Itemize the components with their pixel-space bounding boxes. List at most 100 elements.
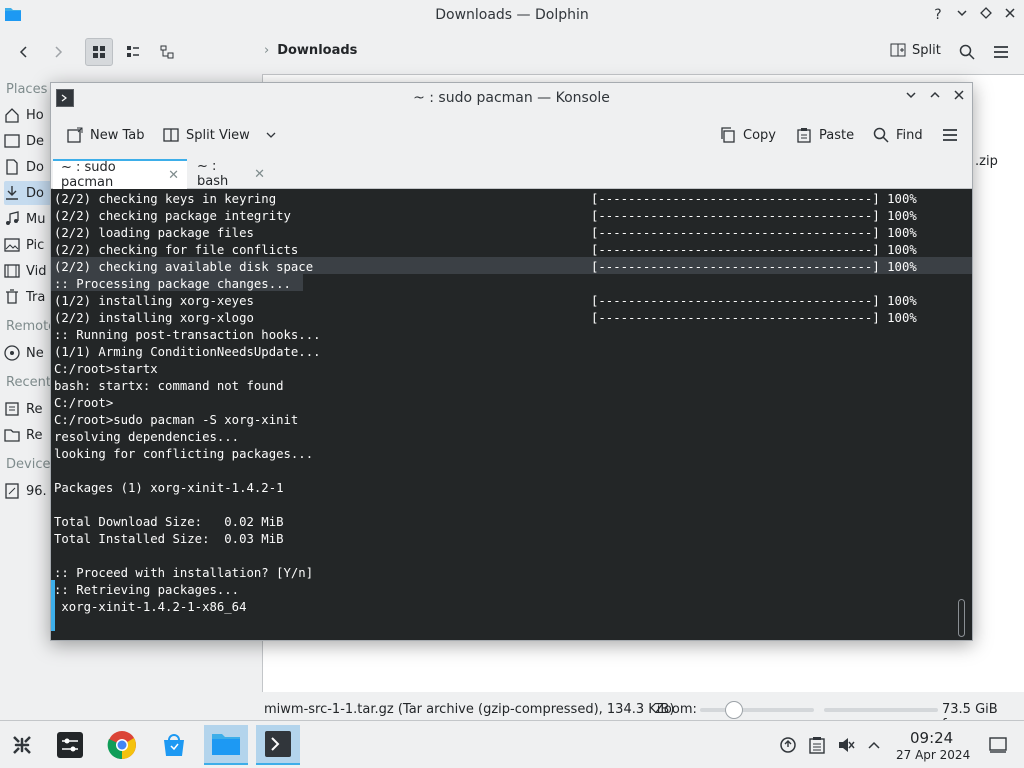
forward-button[interactable] [44,38,72,66]
tab-close-icon[interactable]: ✕ [254,167,265,182]
zoom-label: Zoom: [655,702,697,717]
konsole-title: ~ : sudo pacman — Konsole [413,90,610,106]
find-button[interactable]: Find [873,123,923,147]
volume-muted-icon[interactable] [836,735,856,755]
terminal-line: (2/2) checking keys in keyring [54,192,277,206]
terminal-scrollbar[interactable] [958,599,965,637]
compact-view-button[interactable] [119,38,147,66]
terminal-line: C:/root>sudo pacman -S xorg-xinit [54,413,299,427]
place-trash[interactable]: Tra [4,285,52,309]
place-downloads[interactable]: Do [4,181,52,205]
application-launcher-icon[interactable] [0,725,44,765]
terminal-line: (2/2) checking package integrity [54,209,291,223]
breadcrumb-chevron-icon: › [264,43,270,58]
hamburger-icon [994,46,1008,58]
terminal-line: :: Retrieving packages... [54,583,240,597]
place-label: Do [26,159,44,175]
help-icon[interactable]: ? [928,5,948,25]
breadcrumb[interactable]: › Downloads [264,43,357,58]
split-view-label: Split View [186,127,250,143]
tab-bash[interactable]: ~ : bash ✕ [189,159,273,189]
copy-button[interactable]: Copy [720,123,776,147]
chrome-icon[interactable] [100,725,144,765]
videos-icon [4,263,20,279]
dolphin-icon[interactable] [204,725,248,765]
place-label: Vid [26,263,47,279]
search-icon [873,127,889,143]
place-desktop[interactable]: De [4,129,52,153]
maximize-icon[interactable] [976,5,996,25]
downloads-icon [4,185,20,201]
split-button[interactable]: Split [890,42,941,58]
progress-bar-text: [-------------------------------------] … [591,260,917,274]
details-view-button[interactable] [153,38,181,66]
clock-date[interactable]: 27 Apr 2024 [896,748,970,762]
place-drive[interactable]: 96. [4,479,52,503]
place-recent-files[interactable]: Re [4,397,52,421]
terminal-line: Total Download Size: 0.02 MiB [54,515,284,529]
place-home[interactable]: Ho [4,103,52,127]
update-notifier-icon[interactable] [778,735,798,755]
konsole-tab-bar: ~ : sudo pacman ✕ ~ : bash ✕ [51,157,972,190]
place-music[interactable]: Mu [4,207,52,231]
konsole-titlebar[interactable]: ~ : sudo pacman — Konsole [51,83,972,113]
file-name-fragment[interactable]: .zip [975,154,998,169]
paste-button[interactable]: Paste [796,123,854,147]
system-settings-icon[interactable] [48,725,92,765]
dolphin-titlebar[interactable]: Downloads — Dolphin ? [0,0,1024,30]
paste-label: Paste [819,127,855,143]
place-network[interactable]: Ne [4,341,52,365]
search-button[interactable] [953,38,981,66]
place-recent-locations[interactable]: Re [4,423,52,447]
discover-store-icon[interactable] [152,725,196,765]
clock-time[interactable]: 09:24 [910,729,953,747]
konsole-icon[interactable] [256,725,300,765]
chevron-up-icon[interactable] [864,735,884,755]
terminal-line: (2/2) loading package files [54,226,254,240]
copy-icon [721,127,735,143]
zoom-slider-handle[interactable] [725,701,744,719]
terminal-output[interactable]: Ɪ (2/2) checking keys in keyring[-------… [51,189,972,640]
konsole-maximize-icon[interactable] [925,88,945,108]
place-label: Re [26,401,43,417]
split-view-button[interactable]: Split View [163,123,277,147]
new-tab-button[interactable]: New Tab [67,123,145,147]
place-label: Do [26,185,44,201]
breadcrumb-current[interactable]: Downloads [277,43,357,58]
place-label: Ne [26,345,44,361]
terminal-line: (1/2) installing xorg-xeyes [54,294,254,308]
progress-bar-text: [-------------------------------------] … [591,243,917,257]
desktop-icon [4,133,20,149]
close-icon[interactable] [1000,5,1020,25]
tab-close-icon[interactable]: ✕ [168,168,179,183]
place-label: Pic [26,237,45,253]
icons-view-button[interactable] [85,38,113,66]
back-button[interactable] [10,38,38,66]
show-desktop-icon[interactable] [988,735,1008,755]
minimize-icon[interactable] [952,5,972,25]
zoom-slider[interactable] [700,701,814,719]
tab-sudo-pacman[interactable]: ~ : sudo pacman ✕ [53,159,187,190]
place-documents[interactable]: Do [4,155,52,179]
terminal-line: Packages (1) xorg-xinit-1.4.2-1 [54,481,284,495]
terminal-line: C:/root> [54,396,114,410]
progress-bar-text: [-------------------------------------] … [591,192,917,206]
clipboard-icon[interactable] [807,735,827,755]
place-pictures[interactable]: Pic [4,233,52,257]
home-icon [4,107,20,123]
konsole-close-icon[interactable] [949,88,969,108]
dolphin-title: Downloads — Dolphin [435,7,589,23]
free-space-bar [824,708,938,712]
terminal-line: looking for conflicting packages... [54,447,314,461]
terminal-line: C:/root>startx [54,362,158,376]
konsole-hamburger-button[interactable] [942,123,958,147]
search-icon [959,44,975,60]
terminal-line: resolving dependencies... [54,430,240,444]
terminal-line: :: Processing package changes... [54,277,291,291]
status-text: miwm-src-1-1.tar.gz (Tar archive (gzip-c… [264,702,675,717]
hamburger-menu-button[interactable] [987,38,1015,66]
konsole-minimize-icon[interactable] [901,88,921,108]
place-label: De [26,133,45,149]
place-videos[interactable]: Vid [4,259,52,283]
progress-bar-text: [-------------------------------------] … [591,294,917,308]
